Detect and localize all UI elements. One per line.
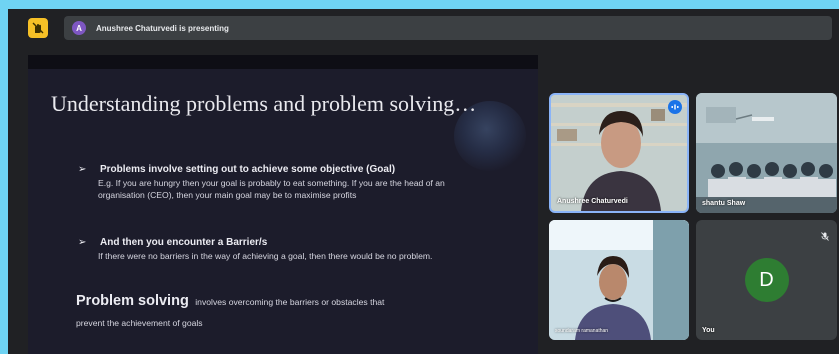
presenter-avatar: A bbox=[72, 21, 86, 35]
shared-slide: Understanding problems and problem solvi… bbox=[28, 55, 538, 354]
participant-name: Anushree Chaturvedi bbox=[557, 198, 628, 205]
participant-name: soundaram ramanathan bbox=[555, 328, 609, 334]
problem-solving-heading: Problem solving bbox=[76, 293, 189, 309]
slide-top-strip bbox=[28, 55, 538, 69]
participant-tile-shantu[interactable]: shantu Shaw bbox=[696, 93, 837, 213]
bullet-heading: Problems involve setting out to achieve … bbox=[100, 164, 396, 175]
bullet-arrow-icon: ➢ bbox=[78, 164, 87, 175]
mic-off-icon bbox=[821, 228, 829, 246]
participant-video bbox=[696, 93, 837, 213]
participant-tile-anushree[interactable]: Anushree Chaturvedi bbox=[549, 93, 689, 213]
speaking-indicator-icon bbox=[668, 100, 682, 114]
problem-solving-text-2: prevent the achievement of goals bbox=[76, 318, 203, 328]
participant-tile-soundaram[interactable]: soundaram ramanathan bbox=[549, 220, 689, 340]
problem-solving-line: Problem solving involves overcoming the … bbox=[76, 292, 384, 310]
bullet-goal: ➢ Problems involve setting out to achiev… bbox=[78, 164, 498, 224]
bullet-barrier: ➢ And then you encounter a Barrier/s If … bbox=[78, 237, 508, 281]
bullet-heading: And then you encounter a Barrier/s bbox=[100, 237, 268, 248]
bullet-body: If there were no barriers in the way of … bbox=[98, 251, 433, 261]
problem-solving-text: involves overcoming the barriers or obst… bbox=[195, 297, 385, 307]
presenting-text: Anushree Chaturvedi is presenting bbox=[96, 23, 229, 33]
participant-video bbox=[549, 220, 689, 340]
bullet-arrow-icon: ➢ bbox=[78, 237, 87, 248]
participant-video bbox=[551, 95, 687, 211]
hand-off-icon bbox=[32, 22, 44, 34]
meet-window: A Anushree Chaturvedi is presenting Unde… bbox=[8, 9, 839, 354]
top-bar: A Anushree Chaturvedi is presenting bbox=[8, 9, 839, 49]
participant-tile-you[interactable]: D You bbox=[696, 220, 837, 340]
participant-name: You bbox=[702, 327, 715, 334]
participant-name: shantu Shaw bbox=[702, 200, 746, 207]
raise-hand-button[interactable] bbox=[28, 18, 48, 38]
bullet-body: E.g. If you are hungry then your goal is… bbox=[98, 178, 445, 200]
you-avatar: D bbox=[744, 258, 789, 302]
slide-title: Understanding problems and problem solvi… bbox=[51, 91, 477, 116]
presenting-banner: A Anushree Chaturvedi is presenting bbox=[64, 16, 832, 40]
